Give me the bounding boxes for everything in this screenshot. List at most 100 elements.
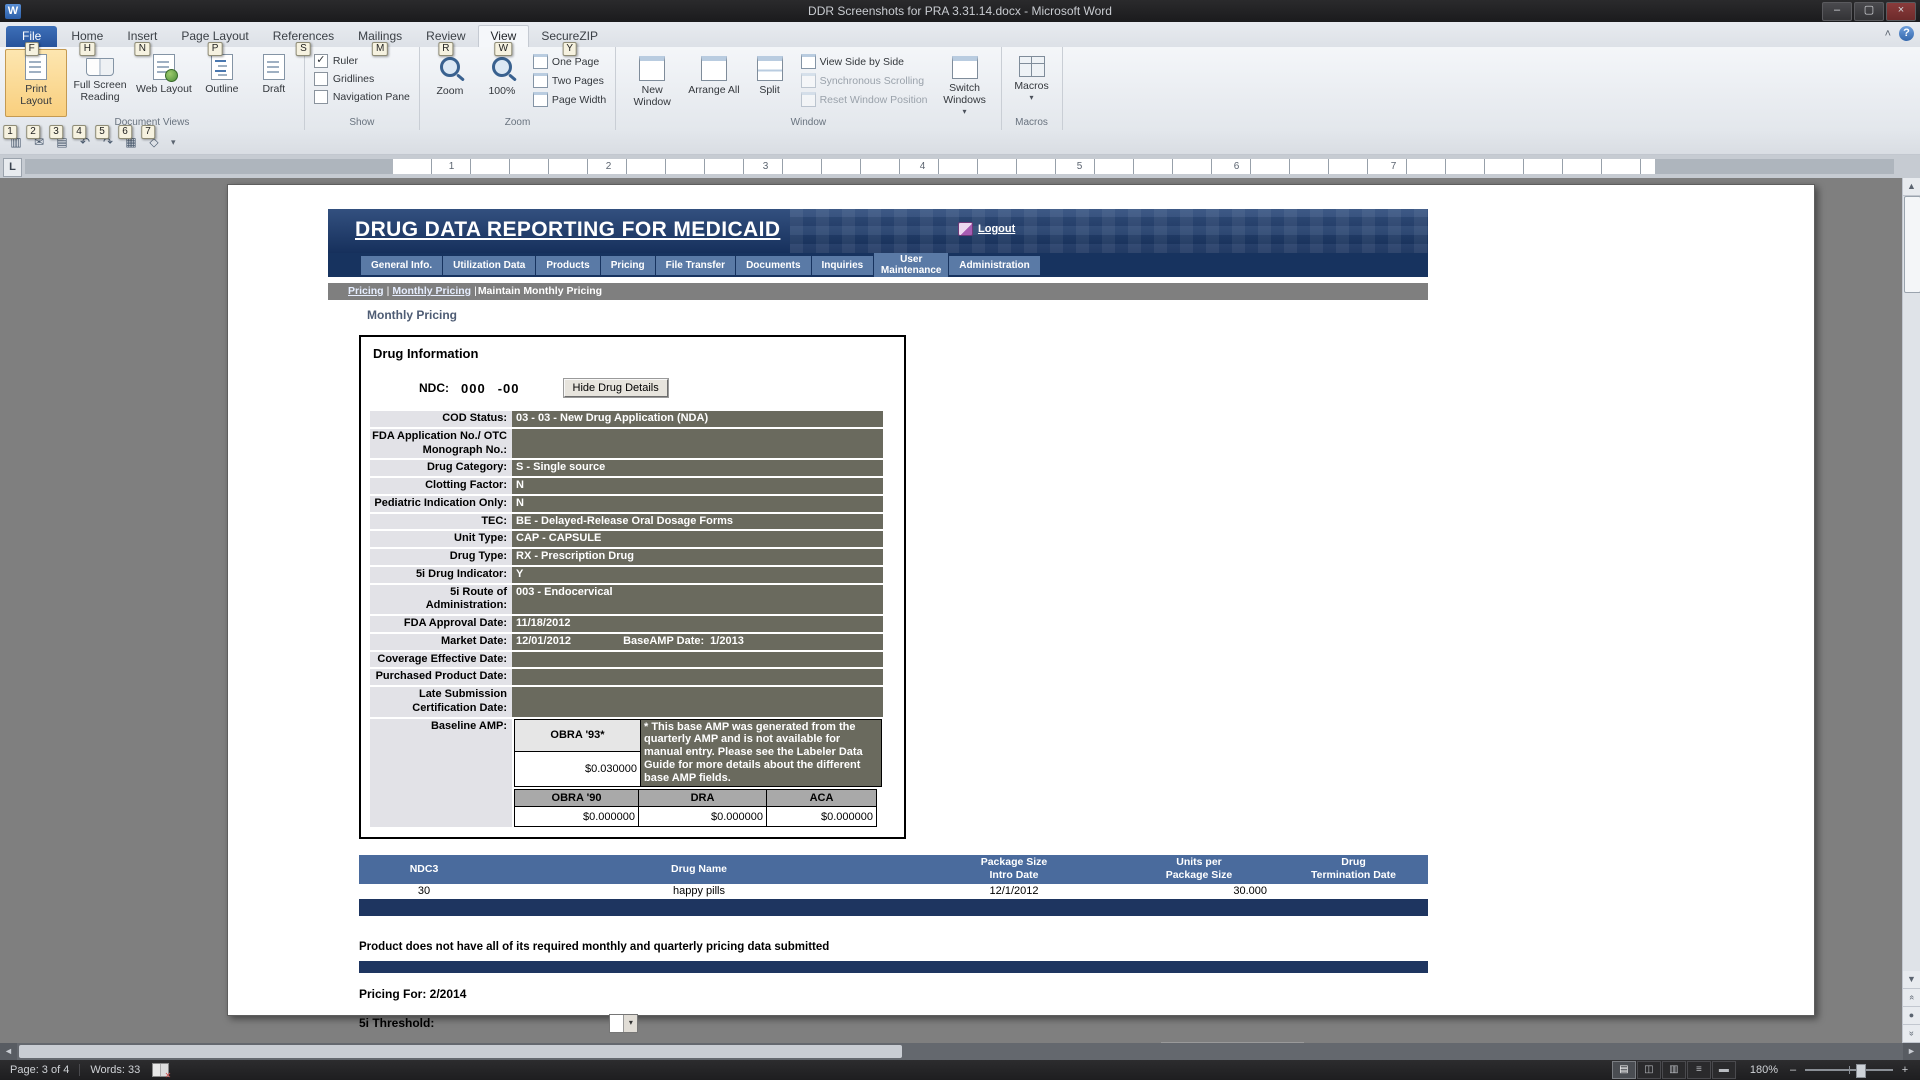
app-nav-tab[interactable]: User Maintenance [874,253,948,277]
field-value [512,669,883,685]
app-nav-tab[interactable]: Products [536,256,599,275]
show-checkbox-item[interactable]: Navigation Pane [311,88,413,106]
baseline-amp-area: OBRA '93* * This base AMP was generated … [512,719,883,828]
hide-drug-details-button[interactable]: Hide Drug Details [564,379,668,397]
window-option-button[interactable]: View Side by Side [798,52,931,71]
view-mode-button[interactable]: ≡ [1687,1061,1711,1079]
horizontal-scrollbar-thumb[interactable] [19,1045,902,1058]
drug-field-row: 5i Route of Administration: 003 - Endoce… [370,585,883,615]
breadcrumb-current: Maintain Monthly Pricing [478,285,602,297]
qat-button[interactable]: ▥ 1 [6,133,26,151]
view-mode-button[interactable]: ▬ [1712,1061,1736,1079]
view-mode-button[interactable]: ◫ [1637,1061,1661,1079]
breadcrumb-link[interactable]: Pricing [348,285,384,297]
show-checkbox-item[interactable]: Gridlines [311,70,413,88]
app-nav-tab[interactable]: File Transfer [656,256,735,275]
switch-windows-button[interactable]: Switch Windows [934,49,996,117]
page-icon [533,54,548,69]
next-page-icon[interactable]: » [1903,1025,1920,1043]
file-tab[interactable]: File F [6,26,57,47]
ndc-value-1: 000 [461,381,486,396]
checkbox-icon[interactable] [314,72,328,86]
ribbon-tab[interactable]: Mailings M [346,26,414,47]
restore-button[interactable]: ▢ [1854,2,1884,21]
logout-link[interactable]: Logout [978,223,1015,235]
show-checkbox-item[interactable]: Ruler [311,52,413,70]
window-option-button[interactable]: Synchronous Scrolling [798,71,931,90]
window-option-button[interactable]: Reset Window Position [798,90,931,109]
new-window-button[interactable]: New Window [621,49,683,117]
threshold-dropdown[interactable] [609,1014,638,1033]
qat-button[interactable]: ▤ 3 [52,133,72,151]
word-count[interactable]: Words: 33 [90,1064,140,1076]
app-nav-tab[interactable]: Pricing [601,256,655,275]
scroll-up-icon[interactable]: ▲ [1903,178,1920,196]
previous-page-icon[interactable]: » [1903,989,1920,1007]
tab-stop-selector[interactable]: L [3,158,22,177]
checkbox-icon[interactable] [314,54,328,68]
zoom-slider-thumb[interactable] [1856,1064,1866,1078]
close-button[interactable]: × [1886,2,1916,21]
checkbox-icon[interactable] [314,90,328,104]
qat-button[interactable]: ▦ 6 [121,133,141,151]
split-button[interactable]: Split [745,49,795,117]
drug-field-row: Clotting Factor: N [370,478,883,494]
window-title: DDR Screenshots for PRA 3.31.14.docx - M… [0,4,1920,18]
select-browse-object-icon[interactable]: ● [1903,1007,1920,1025]
zoom-button[interactable]: Zoom [425,49,475,117]
zoom-100-button[interactable]: 100% [477,49,527,117]
ribbon-tab[interactable]: SecureZIP Y [529,26,610,47]
qat-button[interactable]: ↷ 5 [98,133,118,151]
minimize-ribbon-icon[interactable]: ˄ [1885,28,1891,40]
page-indicator[interactable]: Page: 3 of 4 [10,1064,69,1076]
zoom-in-button[interactable]: + [1898,1064,1912,1076]
draft-button[interactable]: Draft [249,49,299,117]
ribbon-tab[interactable]: References S [261,26,346,47]
view-mode-button[interactable]: ▥ [1662,1061,1686,1079]
zoom-slider[interactable] [1805,1069,1893,1071]
arrange-all-button[interactable]: Arrange All [685,49,742,117]
proofing-status-icon[interactable] [152,1063,169,1077]
scroll-right-icon[interactable]: ► [1903,1043,1920,1060]
field-label: TEC: [370,514,512,530]
outline-button[interactable]: Outline [197,49,247,117]
field-label: COD Status: [370,411,512,427]
field-value: 12/01/2012BaseAMP Date:1/2013 [512,634,883,650]
logout[interactable]: Logout [958,222,1015,236]
app-nav-tab[interactable]: Inquiries [812,256,874,275]
app-nav-tab[interactable]: Administration [949,256,1040,275]
group-show: Ruler Gridlines Navigation Pane [305,47,420,130]
app-nav-tab[interactable]: Utilization Data [443,256,535,275]
zoom-option-button[interactable]: Page Width [530,90,609,109]
horizontal-scrollbar[interactable]: ◄ ► [0,1043,1920,1060]
app-nav-tab[interactable]: General Info. [361,256,442,275]
ribbon-tab[interactable]: Insert N [115,26,169,47]
results-header-cell: Package SizeIntro Date [909,855,1119,883]
app-nav-tab[interactable]: Documents [736,256,810,275]
zoom-option-button[interactable]: Two Pages [530,71,609,90]
scroll-left-icon[interactable]: ◄ [0,1043,17,1060]
drug-field-row: Late Submission Certification Date: [370,687,883,717]
qat-button[interactable]: ◇ 7 [144,133,164,151]
print-layout-button[interactable]: Print Layout [5,49,67,117]
ribbon-tab[interactable]: View W [478,25,530,47]
vertical-scrollbar[interactable]: ▲ ▼ » ● » [1902,178,1920,1043]
qat-dropdown-icon[interactable]: ▾ [171,137,176,148]
help-icon[interactable]: ? [1899,26,1914,41]
drug-field-row: COD Status: 03 - 03 - New Drug Applicati… [370,411,883,427]
web-layout-button[interactable]: Web Layout [133,49,195,117]
ribbon-tab[interactable]: Home H [59,26,115,47]
minimize-button[interactable]: – [1822,2,1852,21]
zoom-percentage[interactable]: 180% [1750,1064,1778,1076]
macros-button[interactable]: Macros [1007,49,1057,117]
vertical-scrollbar-thumb[interactable] [1904,196,1920,293]
qat-button[interactable]: ↶ 4 [75,133,95,151]
qat-button[interactable]: ✉ 2 [29,133,49,151]
breadcrumb-link[interactable]: Monthly Pricing [392,285,471,297]
view-mode-button[interactable]: ▤ [1612,1061,1636,1079]
full-screen-reading-button[interactable]: Full Screen Reading [69,49,131,117]
ribbon-tab[interactable]: Review R [414,26,477,47]
zoom-out-button[interactable]: – [1786,1064,1800,1076]
ribbon-tab[interactable]: Page Layout P [169,26,260,47]
scroll-down-icon[interactable]: ▼ [1903,971,1920,989]
